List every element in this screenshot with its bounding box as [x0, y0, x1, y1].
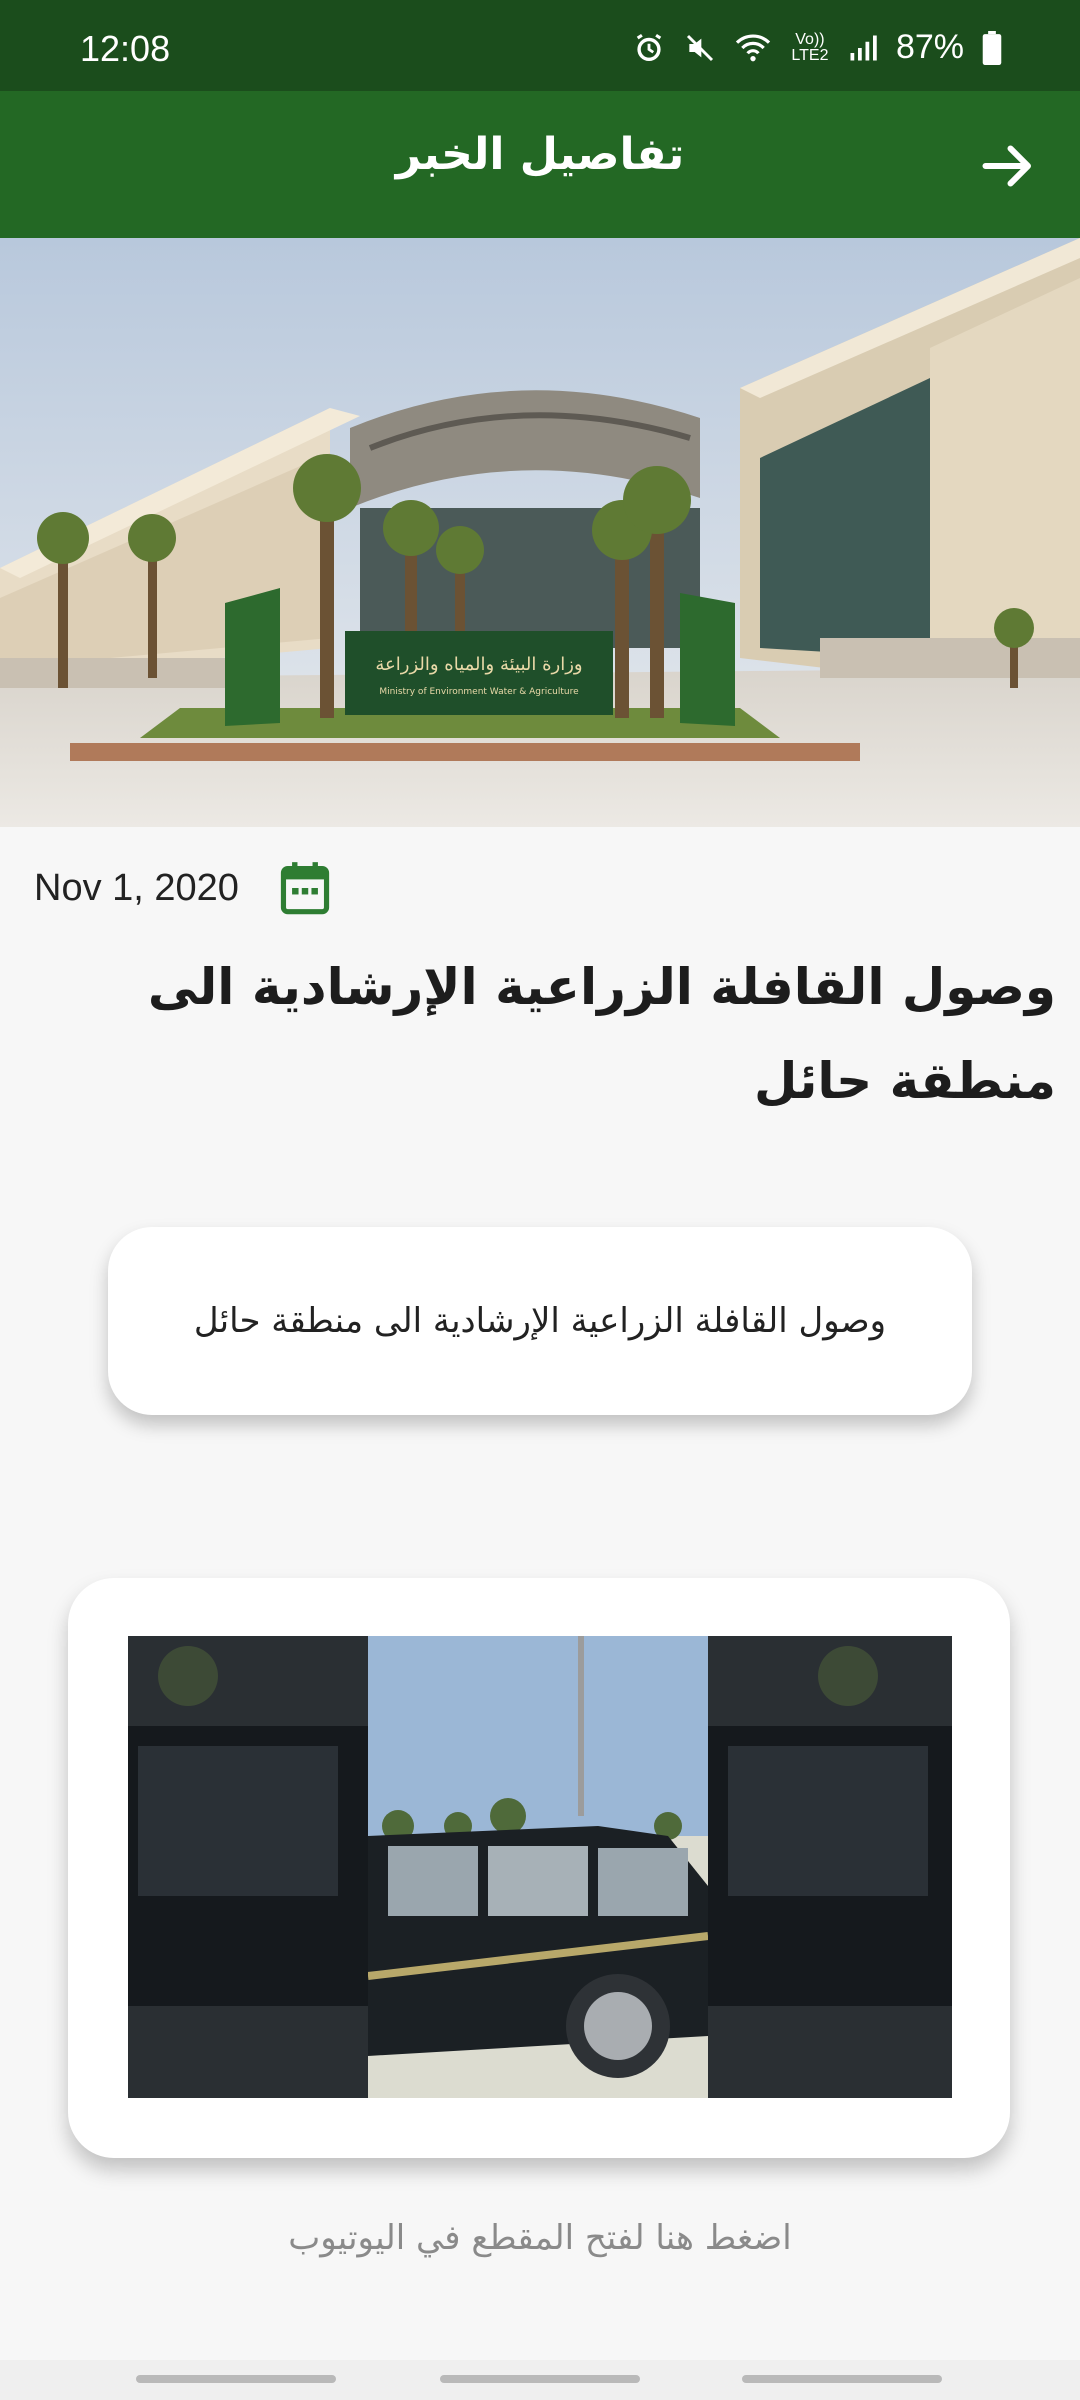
- hero-image: وزارة البيئة والمياه والزراعة Ministry o…: [0, 238, 1080, 827]
- signal-icon: [850, 35, 877, 60]
- open-youtube-link[interactable]: اضغط هنا لفتح المقطع في اليوتيوب: [0, 2218, 1080, 2258]
- article-date: Nov 1, 2020: [34, 866, 239, 909]
- status-icons: Vo)) LTE2 87%: [632, 28, 1002, 67]
- arrow-right-icon: [982, 145, 1031, 187]
- page-title: تفاصيل الخبر: [395, 129, 685, 180]
- sign-text: وزارة البيئة والمياه والزراعة: [375, 654, 582, 675]
- app-bar: تفاصيل الخبر: [0, 91, 1080, 238]
- article-summary: وصول القافلة الزراعية الإرشادية الى منطق…: [193, 1301, 887, 1341]
- alarm-icon: [636, 33, 662, 61]
- nav-home-button[interactable]: [440, 2375, 640, 2383]
- video-thumbnail[interactable]: [128, 1636, 952, 2098]
- nav-recent-button[interactable]: [136, 2375, 336, 2383]
- battery-percent: 87%: [895, 28, 964, 66]
- navigation-bar: [0, 2360, 1080, 2400]
- status-time: 12:08: [80, 28, 171, 69]
- calendar-icon: [280, 862, 330, 915]
- summary-card: وصول القافلة الزراعية الإرشادية الى منطق…: [108, 1227, 972, 1415]
- video-card[interactable]: [68, 1578, 1010, 2158]
- back-button[interactable]: [978, 136, 1038, 196]
- mute-icon: [686, 34, 713, 61]
- article-title: وصول القافلة الزراعية الإرشادية الى منطق…: [147, 958, 1056, 1110]
- status-bar: 12:08 Vo)) LTE2 87%: [0, 0, 1080, 91]
- network-label: Vo)) LTE2: [791, 30, 829, 64]
- nav-back-button[interactable]: [742, 2375, 942, 2383]
- date-row: Nov 1, 2020: [34, 858, 331, 918]
- ministry-building-photo: وزارة البيئة والمياه والزراعة Ministry o…: [0, 238, 1080, 827]
- vehicle-video-thumbnail: [128, 1636, 952, 2098]
- wifi-icon: [735, 34, 771, 61]
- sign-subtext: Ministry of Environment Water & Agricult…: [379, 687, 579, 697]
- battery-icon: [982, 30, 1002, 65]
